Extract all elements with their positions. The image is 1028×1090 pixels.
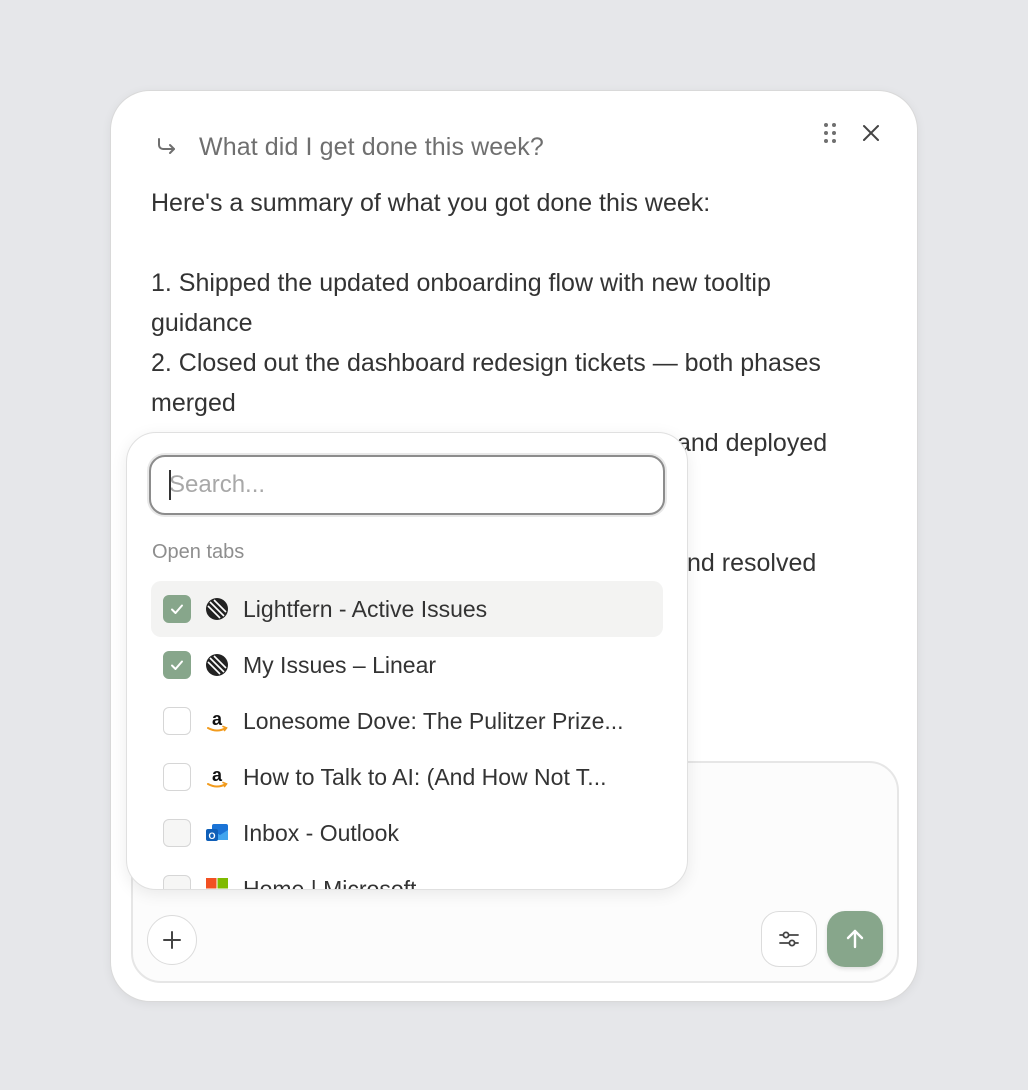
add-button[interactable]: [147, 915, 197, 965]
tab-item[interactable]: Home | Microsoft: [151, 861, 663, 890]
tab-list: Lightfern - Active Issues My Issues – Li…: [151, 581, 663, 890]
tab-item[interactable]: My Issues – Linear: [151, 637, 663, 693]
check-icon: [171, 604, 183, 614]
linear-icon: [203, 651, 231, 679]
settings-button[interactable]: [761, 911, 817, 967]
tab-item[interactable]: Lightfern - Active Issues: [151, 581, 663, 637]
send-button[interactable]: [827, 911, 883, 967]
text-caret: [169, 470, 171, 500]
plus-icon: [163, 931, 181, 949]
tab-picker-popover: Open tabs Lightfern - Active Issues: [126, 432, 688, 890]
svg-text:O: O: [208, 831, 215, 841]
checkbox[interactable]: [163, 595, 191, 623]
tab-item[interactable]: a Lonesome Dove: The Pulitzer Prize...: [151, 693, 663, 749]
linear-icon: [203, 595, 231, 623]
checkbox[interactable]: [163, 763, 191, 791]
close-button[interactable]: [859, 121, 883, 145]
tab-title: Lightfern - Active Issues: [243, 595, 488, 622]
sliders-icon: [779, 931, 799, 947]
checkbox[interactable]: [163, 707, 191, 735]
search-input[interactable]: [149, 455, 665, 515]
answer-item: 1. Shipped the updated onboarding flow w…: [151, 269, 771, 337]
checkbox[interactable]: [163, 651, 191, 679]
outlook-icon: O: [203, 819, 231, 847]
assistant-panel: What did I get done this week? Here's a …: [110, 90, 918, 1002]
drag-handle-icon[interactable]: [819, 122, 841, 144]
amazon-icon: a: [203, 707, 231, 735]
answer-intro: Here's a summary of what you got done th…: [151, 189, 711, 217]
microsoft-icon: [203, 875, 231, 889]
tab-title: Inbox - Outlook: [243, 819, 399, 846]
svg-text:a: a: [212, 709, 223, 729]
check-icon: [171, 660, 183, 670]
tab-title: My Issues – Linear: [243, 651, 437, 678]
query-row: What did I get done this week?: [151, 129, 544, 165]
query-text: What did I get done this week?: [199, 132, 544, 161]
amazon-icon: a: [203, 763, 231, 791]
tab-title: Lonesome Dove: The Pulitzer Prize...: [243, 707, 624, 734]
answer-item: 2. Closed out the dashboard redesign tic…: [151, 349, 821, 417]
close-icon: [863, 125, 879, 141]
section-label: Open tabs: [152, 541, 245, 563]
arrow-up-icon: [846, 929, 864, 949]
tab-title: How to Talk to AI: (And How Not T...: [243, 763, 607, 790]
reply-arrow-icon: [151, 129, 181, 165]
checkbox[interactable]: [163, 819, 191, 847]
checkbox[interactable]: [163, 875, 191, 889]
svg-text:a: a: [212, 765, 223, 785]
tab-title: Home | Microsoft: [243, 875, 417, 890]
tab-item[interactable]: O Inbox - Outlook: [151, 805, 663, 861]
top-actions: [819, 121, 883, 145]
tab-item[interactable]: a How to Talk to AI: (And How Not T...: [151, 749, 663, 805]
